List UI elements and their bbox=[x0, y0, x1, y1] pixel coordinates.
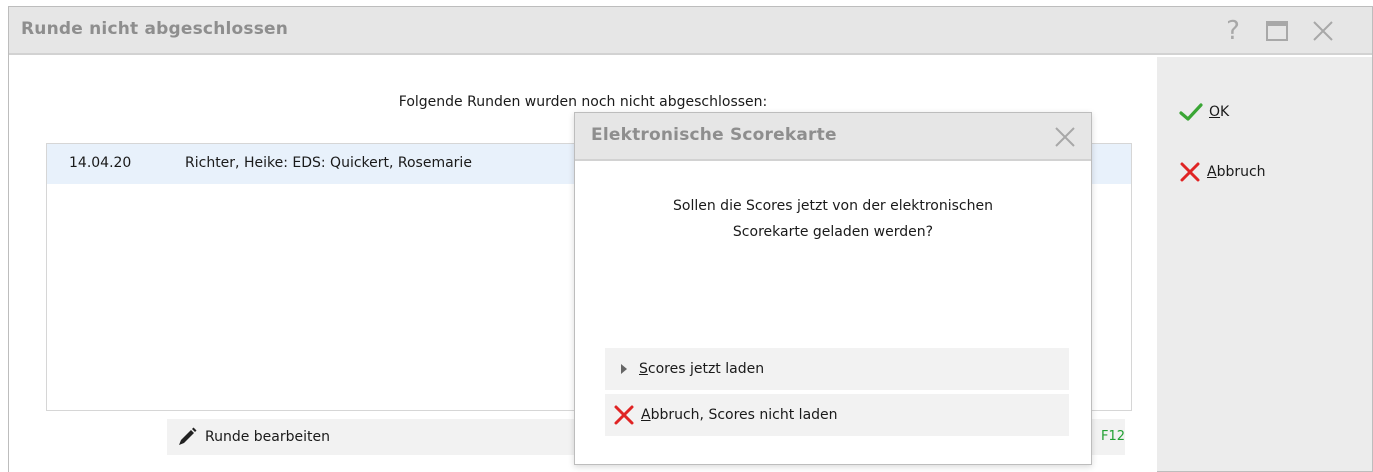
scorecard-dialog: Elektronische Scorekarte Sollen die Scor… bbox=[574, 112, 1092, 465]
help-icon: ? bbox=[1226, 16, 1240, 46]
x-icon bbox=[614, 405, 634, 425]
round-name: Richter, Heike: EDS: Quickert, Rosemarie bbox=[185, 155, 472, 171]
dialog-title: Elektronische Scorekarte bbox=[591, 125, 837, 145]
checkmark-icon bbox=[1179, 103, 1203, 121]
pencil-icon bbox=[179, 427, 197, 445]
maximize-button[interactable] bbox=[1261, 15, 1293, 47]
title-bar: Runde nicht abgeschlossen ? bbox=[9, 7, 1372, 55]
round-date: 14.04.20 bbox=[69, 155, 132, 171]
dialog-close-button[interactable] bbox=[1051, 123, 1079, 151]
edit-round-shortcut: F12 bbox=[1100, 429, 1125, 444]
list-heading: Folgende Runden wurden noch nicht abgesc… bbox=[398, 94, 768, 110]
triangle-right-icon bbox=[621, 364, 627, 374]
x-icon bbox=[1180, 162, 1200, 182]
close-icon bbox=[1313, 21, 1333, 41]
window-title: Runde nicht abgeschlossen bbox=[21, 19, 289, 39]
load-scores-button[interactable]: Scores jetzt laden bbox=[605, 348, 1069, 390]
dialog-title-bar: Elektronische Scorekarte bbox=[575, 113, 1091, 161]
close-button[interactable] bbox=[1307, 15, 1339, 47]
cancel-label: Abbruch bbox=[1207, 164, 1266, 180]
dialog-message-line1: Sollen die Scores jetzt von der elektron… bbox=[673, 198, 993, 214]
load-scores-label: Scores jetzt laden bbox=[639, 361, 765, 377]
cancel-load-button[interactable]: Abbruch, Scores nicht laden bbox=[605, 394, 1069, 436]
maximize-icon bbox=[1266, 21, 1288, 41]
cancel-load-label: Abbruch, Scores nicht laden bbox=[641, 407, 838, 423]
dialog-message: Sollen die Scores jetzt von der elektron… bbox=[575, 193, 1091, 245]
close-icon bbox=[1055, 127, 1075, 147]
ok-label: OK bbox=[1209, 104, 1230, 120]
cancel-button[interactable]: Abbruch bbox=[1179, 157, 1266, 187]
side-panel: OK Abbruch bbox=[1157, 57, 1372, 471]
edit-round-label: Runde bearbeiten bbox=[205, 429, 330, 445]
ok-button[interactable]: OK bbox=[1179, 97, 1229, 127]
dialog-message-line2: Scorekarte geladen werden? bbox=[732, 224, 934, 240]
help-button[interactable]: ? bbox=[1217, 15, 1249, 47]
